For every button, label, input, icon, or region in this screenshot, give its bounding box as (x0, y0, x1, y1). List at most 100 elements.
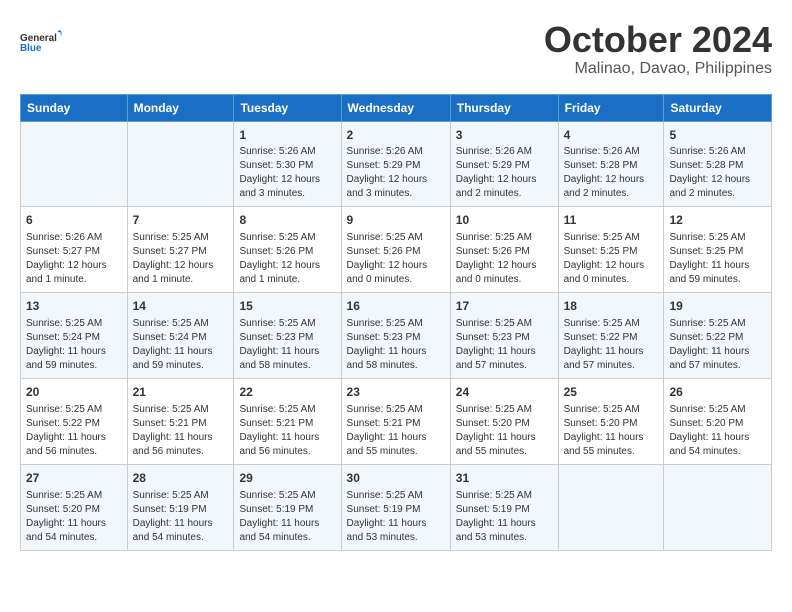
table-row: 23 Sunrise: 5:25 AM Sunset: 5:21 PM Dayli… (341, 378, 450, 464)
day-info: Sunrise: 5:25 AM Sunset: 5:23 PM Dayligh… (239, 317, 335, 373)
day-number: 1 (239, 127, 335, 144)
day-info: Sunrise: 5:25 AM Sunset: 5:23 PM Dayligh… (347, 317, 445, 373)
svg-text:Blue: Blue (20, 43, 42, 54)
table-row: 21Sunrise: 5:25 AM Sunset: 5:21 PM Dayli… (127, 378, 234, 464)
table-row: 25 Sunrise: 5:25 AM Sunset: 5:20 PM Dayli… (558, 378, 664, 464)
day-info: Sunrise: 5:25 AM Sunset: 5:25 PM Dayligh… (669, 231, 766, 287)
day-info: Sunrise: 5:25 AM Sunset: 5:26 PM Dayligh… (456, 231, 553, 287)
day-info: Sunrise: 5:26 AM Sunset: 5:29 PM Dayligh… (456, 145, 553, 201)
table-row: 30Sunrise: 5:25 AM Sunset: 5:19 PM Dayli… (341, 464, 450, 550)
table-row: 12 Sunrise: 5:25 AM Sunset: 5:25 PM Dayli… (664, 207, 772, 293)
table-row: 8Sunrise: 5:25 AM Sunset: 5:26 PM Daylig… (234, 207, 341, 293)
day-info: Sunrise: 5:25 AM Sunset: 5:21 PM Dayligh… (347, 403, 445, 459)
day-info: Sunrise: 5:25 AM Sunset: 5:24 PM Dayligh… (26, 317, 122, 373)
day-number: 24 (456, 384, 553, 401)
table-row: 3Sunrise: 5:26 AM Sunset: 5:29 PM Daylig… (450, 121, 558, 207)
week-row-4: 20 Sunrise: 5:25 AM Sunset: 5:22 PM Dayli… (21, 378, 772, 464)
day-number: 25 (564, 384, 659, 401)
day-number: 11 (564, 212, 659, 229)
weekday-header-saturday: Saturday (664, 94, 772, 121)
table-row: 24Sunrise: 5:25 AM Sunset: 5:20 PM Dayli… (450, 378, 558, 464)
week-row-1: 1Sunrise: 5:26 AM Sunset: 5:30 PM Daylig… (21, 121, 772, 207)
day-info: Sunrise: 5:26 AM Sunset: 5:28 PM Dayligh… (669, 145, 766, 201)
day-number: 17 (456, 298, 553, 315)
weekday-header-wednesday: Wednesday (341, 94, 450, 121)
day-info: Sunrise: 5:26 AM Sunset: 5:30 PM Dayligh… (239, 145, 335, 201)
table-row: 17 Sunrise: 5:25 AM Sunset: 5:23 PM Dayli… (450, 293, 558, 379)
day-number: 31 (456, 470, 553, 487)
day-number: 22 (239, 384, 335, 401)
table-row (21, 121, 128, 207)
table-row: 7 Sunrise: 5:25 AM Sunset: 5:27 PM Daylig… (127, 207, 234, 293)
day-info: Sunrise: 5:26 AM Sunset: 5:28 PM Dayligh… (564, 145, 659, 201)
weekday-header-sunday: Sunday (21, 94, 128, 121)
day-info: Sunrise: 5:25 AM Sunset: 5:27 PM Dayligh… (133, 231, 229, 287)
table-row: 2Sunrise: 5:26 AM Sunset: 5:29 PM Daylig… (341, 121, 450, 207)
day-number: 23 (347, 384, 445, 401)
day-number: 19 (669, 298, 766, 315)
day-info: Sunrise: 5:25 AM Sunset: 5:20 PM Dayligh… (669, 403, 766, 459)
table-row: 11 Sunrise: 5:25 AM Sunset: 5:25 PM Dayli… (558, 207, 664, 293)
day-info: Sunrise: 5:25 AM Sunset: 5:22 PM Dayligh… (26, 403, 122, 459)
table-row: 22 Sunrise: 5:25 AM Sunset: 5:21 PM Dayli… (234, 378, 341, 464)
week-row-2: 6Sunrise: 5:26 AM Sunset: 5:27 PM Daylig… (21, 207, 772, 293)
week-row-5: 27Sunrise: 5:25 AM Sunset: 5:20 PM Dayli… (21, 464, 772, 550)
day-info: Sunrise: 5:26 AM Sunset: 5:29 PM Dayligh… (347, 145, 445, 201)
month-title: October 2024 (544, 20, 772, 60)
day-number: 13 (26, 298, 122, 315)
day-info: Sunrise: 5:25 AM Sunset: 5:20 PM Dayligh… (564, 403, 659, 459)
day-number: 5 (669, 127, 766, 144)
day-info: Sunrise: 5:25 AM Sunset: 5:21 PM Dayligh… (239, 403, 335, 459)
day-info: Sunrise: 5:25 AM Sunset: 5:19 PM Dayligh… (456, 489, 553, 545)
table-row: 5Sunrise: 5:26 AM Sunset: 5:28 PM Daylig… (664, 121, 772, 207)
day-number: 8 (239, 212, 335, 229)
table-row: 6Sunrise: 5:26 AM Sunset: 5:27 PM Daylig… (21, 207, 128, 293)
table-row: 27Sunrise: 5:25 AM Sunset: 5:20 PM Dayli… (21, 464, 128, 550)
day-number: 10 (456, 212, 553, 229)
day-info: Sunrise: 5:25 AM Sunset: 5:21 PM Dayligh… (133, 403, 229, 459)
day-number: 18 (564, 298, 659, 315)
day-number: 15 (239, 298, 335, 315)
table-row (664, 464, 772, 550)
day-number: 12 (669, 212, 766, 229)
day-info: Sunrise: 5:25 AM Sunset: 5:26 PM Dayligh… (347, 231, 445, 287)
table-row: 13 Sunrise: 5:25 AM Sunset: 5:24 PM Dayli… (21, 293, 128, 379)
title-block: October 2024 Malinao, Davao, Philippines (544, 20, 772, 78)
day-number: 27 (26, 470, 122, 487)
day-number: 29 (239, 470, 335, 487)
day-number: 20 (26, 384, 122, 401)
day-number: 14 (133, 298, 229, 315)
day-info: Sunrise: 5:25 AM Sunset: 5:23 PM Dayligh… (456, 317, 553, 373)
logo-svg: General Blue (20, 20, 64, 64)
day-number: 16 (347, 298, 445, 315)
table-row: 16 Sunrise: 5:25 AM Sunset: 5:23 PM Dayli… (341, 293, 450, 379)
week-row-3: 13 Sunrise: 5:25 AM Sunset: 5:24 PM Dayli… (21, 293, 772, 379)
location-subtitle: Malinao, Davao, Philippines (544, 60, 772, 78)
day-info: Sunrise: 5:25 AM Sunset: 5:24 PM Dayligh… (133, 317, 229, 373)
table-row: 18 Sunrise: 5:25 AM Sunset: 5:22 PM Dayli… (558, 293, 664, 379)
day-info: Sunrise: 5:25 AM Sunset: 5:22 PM Dayligh… (564, 317, 659, 373)
weekday-header-monday: Monday (127, 94, 234, 121)
page-header: General Blue October 2024 Malinao, Davao… (20, 20, 772, 78)
weekday-header-tuesday: Tuesday (234, 94, 341, 121)
header-row: SundayMondayTuesdayWednesdayThursdayFrid… (21, 94, 772, 121)
table-row (127, 121, 234, 207)
table-row: 9Sunrise: 5:25 AM Sunset: 5:26 PM Daylig… (341, 207, 450, 293)
day-number: 7 (133, 212, 229, 229)
table-row: 10 Sunrise: 5:25 AM Sunset: 5:26 PM Dayli… (450, 207, 558, 293)
table-row: 31 Sunrise: 5:25 AM Sunset: 5:19 PM Dayli… (450, 464, 558, 550)
day-number: 3 (456, 127, 553, 144)
day-number: 28 (133, 470, 229, 487)
calendar-table: SundayMondayTuesdayWednesdayThursdayFrid… (20, 94, 772, 551)
svg-text:General: General (20, 33, 57, 44)
day-number: 4 (564, 127, 659, 144)
table-row: 19Sunrise: 5:25 AM Sunset: 5:22 PM Dayli… (664, 293, 772, 379)
day-number: 2 (347, 127, 445, 144)
day-info: Sunrise: 5:25 AM Sunset: 5:19 PM Dayligh… (133, 489, 229, 545)
table-row: 26 Sunrise: 5:25 AM Sunset: 5:20 PM Dayli… (664, 378, 772, 464)
day-info: Sunrise: 5:25 AM Sunset: 5:25 PM Dayligh… (564, 231, 659, 287)
day-number: 6 (26, 212, 122, 229)
weekday-header-thursday: Thursday (450, 94, 558, 121)
day-number: 26 (669, 384, 766, 401)
table-row (558, 464, 664, 550)
